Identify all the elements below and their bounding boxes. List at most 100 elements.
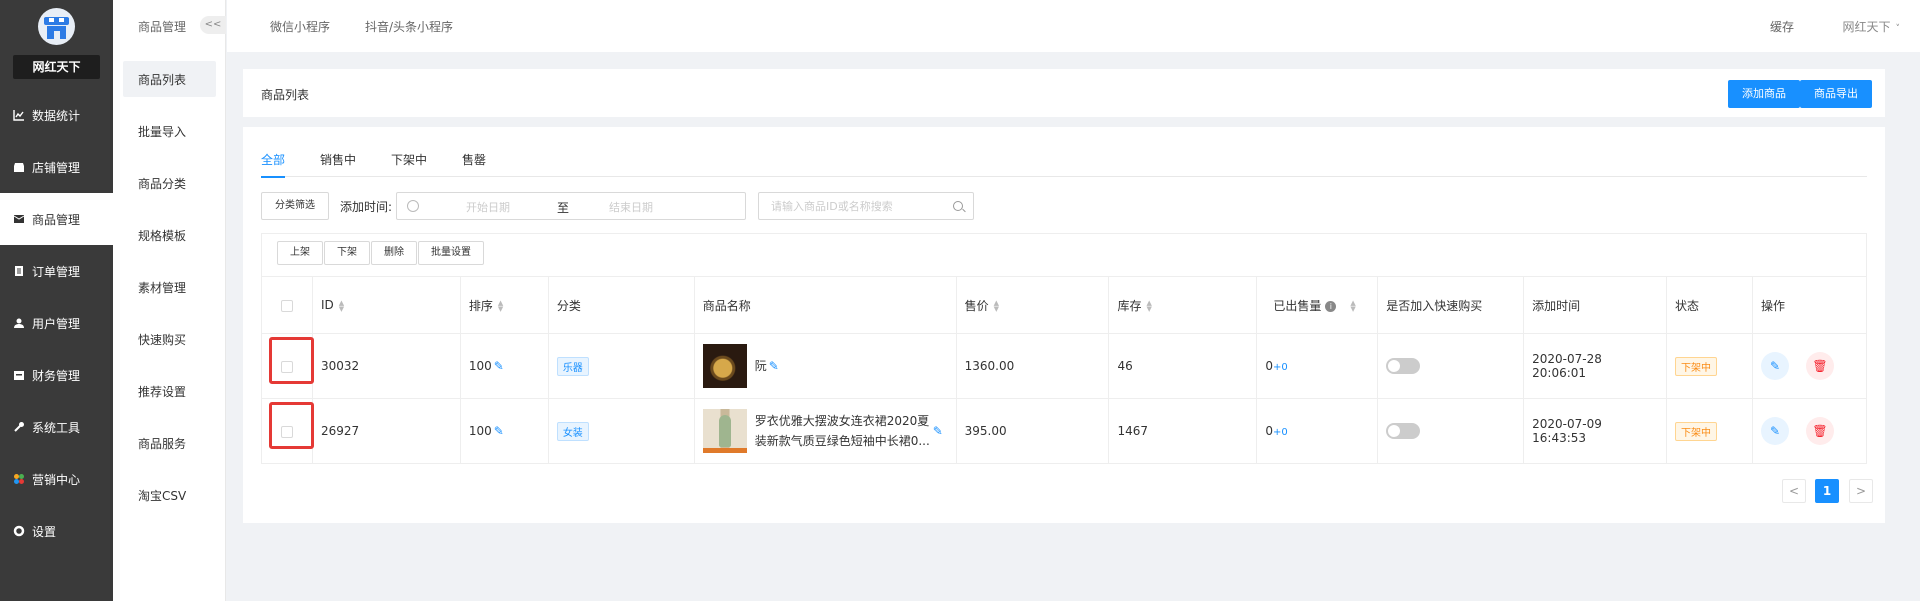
cell-category: 女装 bbox=[547, 398, 695, 464]
top-tab-wechat[interactable]: 微信小程序 bbox=[270, 18, 330, 35]
edit-button[interactable]: ✎ bbox=[1760, 417, 1789, 445]
tab-sold-out[interactable]: 售罄 bbox=[462, 151, 486, 176]
sort-icon: ▲ ▼ bbox=[993, 299, 999, 313]
user-menu[interactable]: 网红天下 ˅ bbox=[1842, 18, 1900, 35]
sub-sidebar-title: 商品管理 bbox=[138, 20, 187, 34]
header-sold[interactable]: 已出售量 i ▲ ▼ bbox=[1256, 276, 1379, 334]
delete-row-button[interactable]: 🗑 bbox=[1805, 352, 1834, 380]
date-range-picker[interactable]: 开始日期 至 结束日期 bbox=[396, 192, 746, 220]
batch-settings-button[interactable]: 批量设置 bbox=[418, 241, 484, 265]
sub-item-spec-template[interactable]: 规格模板 bbox=[113, 209, 226, 261]
cell-price: 1360.00 bbox=[955, 333, 1110, 399]
trash-icon: 🗑 bbox=[1812, 359, 1828, 373]
trash-icon: 🗑 bbox=[1812, 424, 1828, 438]
goods-icon bbox=[12, 212, 26, 226]
cell-status: 下架中 bbox=[1666, 333, 1753, 399]
nav-item-tools[interactable]: 系统工具 bbox=[0, 401, 113, 453]
nav-item-marketing[interactable]: 营销中心 bbox=[0, 453, 113, 505]
store-logo-icon[interactable] bbox=[38, 8, 75, 45]
collapse-button[interactable]: << bbox=[200, 16, 226, 34]
status-badge: 下架中 bbox=[1675, 356, 1718, 376]
quick-buy-toggle[interactable] bbox=[1386, 358, 1421, 374]
nav-item-settings[interactable]: 设置 bbox=[0, 505, 113, 557]
header-id[interactable]: ID ▲ ▼ bbox=[311, 276, 461, 334]
info-icon[interactable]: i bbox=[1325, 300, 1337, 312]
cell-add-time: 2020-07-09 16:43:53 bbox=[1523, 398, 1668, 464]
delete-button[interactable]: 删除 bbox=[371, 241, 417, 265]
sub-item-goods-list[interactable]: 商品列表 bbox=[123, 61, 216, 97]
sort-icon: ▲ ▼ bbox=[338, 298, 345, 313]
sort-icon: ▲ ▼ bbox=[1146, 299, 1152, 313]
cell-actions: ✎ 🗑 bbox=[1751, 333, 1868, 399]
prev-page-button[interactable]: < bbox=[1782, 479, 1806, 503]
product-thumbnail[interactable] bbox=[702, 344, 747, 388]
cell-category: 乐器 bbox=[547, 333, 695, 399]
sub-item-material[interactable]: 素材管理 bbox=[113, 261, 226, 313]
filter-row: 分类筛选 添加时间: 开始日期 至 结束日期 bbox=[261, 192, 1261, 220]
sub-item-quick-buy[interactable]: 快速购买 bbox=[113, 313, 226, 365]
header-stock[interactable]: 库存 ▲ ▼ bbox=[1108, 276, 1258, 334]
tab-all[interactable]: 全部 bbox=[261, 151, 286, 178]
off-shelf-button[interactable]: 下架 bbox=[324, 241, 370, 265]
header-sort[interactable]: 排序 ▲ ▼ bbox=[459, 276, 549, 334]
user-icon bbox=[12, 316, 26, 330]
cell-name: 罗衣优雅大摆波女连衣裙2020夏装新款气质豆绿色短袖中长裙0...✎ bbox=[693, 398, 957, 464]
pencil-icon[interactable]: ✎ bbox=[494, 359, 504, 373]
sub-item-goods-service[interactable]: 商品服务 bbox=[113, 417, 226, 469]
tab-on-sale[interactable]: 销售中 bbox=[320, 151, 356, 176]
sub-item-recommend[interactable]: 推荐设置 bbox=[113, 365, 226, 417]
delete-row-button[interactable]: 🗑 bbox=[1805, 417, 1834, 445]
cell-add-time: 2020-07-28 20:06:01 bbox=[1523, 333, 1668, 399]
top-bar: 微信小程序 抖音/头条小程序 缓存 网红天下 ˅ bbox=[227, 0, 1920, 52]
cell-sort[interactable]: 100 ✎ bbox=[459, 398, 549, 464]
sub-nav-list: 商品列表 批量导入 商品分类 规格模板 素材管理 快速购买 推荐设置 商品服务 … bbox=[113, 57, 226, 521]
header-price[interactable]: 售价 ▲ ▼ bbox=[955, 276, 1110, 334]
next-page-button[interactable]: > bbox=[1849, 479, 1873, 503]
nav-item-goods[interactable]: 商品管理 bbox=[0, 193, 113, 245]
cell-id: 26927 bbox=[311, 398, 461, 464]
batch-actions: 上架 下架 删除 批量设置 bbox=[261, 233, 1867, 276]
cell-stock: 46 bbox=[1108, 333, 1258, 399]
header-add-time: 添加时间 bbox=[1523, 276, 1668, 334]
pencil-icon[interactable]: ✎ bbox=[494, 424, 504, 438]
tab-off-shelf[interactable]: 下架中 bbox=[391, 151, 427, 176]
export-goods-button[interactable]: 商品导出 bbox=[1800, 80, 1872, 108]
cell-sold: 0+0 bbox=[1256, 333, 1379, 399]
edit-button[interactable]: ✎ bbox=[1760, 352, 1789, 380]
cell-sort[interactable]: 100 ✎ bbox=[459, 333, 549, 399]
search-input[interactable] bbox=[758, 192, 974, 220]
category-filter-button[interactable]: 分类筛选 bbox=[261, 192, 329, 220]
add-goods-button[interactable]: 添加商品 bbox=[1728, 80, 1800, 108]
status-tabs: 全部 销售中 下架中 售罄 bbox=[261, 151, 1867, 178]
search-icon[interactable] bbox=[953, 201, 963, 211]
sub-item-batch-import[interactable]: 批量导入 bbox=[113, 105, 226, 157]
chart-icon bbox=[12, 108, 26, 122]
sub-item-taobao-csv[interactable]: 淘宝CSV bbox=[113, 469, 226, 521]
pencil-icon[interactable]: ✎ bbox=[933, 424, 943, 438]
nav-item-shop[interactable]: 店铺管理 bbox=[0, 141, 113, 193]
goods-table: ID ▲ ▼ 排序 ▲ ▼ 分类 商品名称 售价 ▲ ▼ 库存 ▲ ▼ 已出售量 i ▲ ▼ 是否加入… bbox=[261, 276, 1868, 464]
quick-buy-toggle[interactable] bbox=[1386, 423, 1421, 439]
status-badge: 下架中 bbox=[1675, 421, 1718, 441]
sub-item-goods-category[interactable]: 商品分类 bbox=[113, 157, 226, 209]
pencil-icon[interactable]: ✎ bbox=[769, 359, 779, 373]
nav-item-finance[interactable]: 财务管理 bbox=[0, 349, 113, 401]
cell-actions: ✎ 🗑 bbox=[1751, 398, 1868, 464]
top-tab-douyin[interactable]: 抖音/头条小程序 bbox=[365, 18, 453, 35]
row-select-cell bbox=[261, 398, 314, 464]
on-shelf-button[interactable]: 上架 bbox=[277, 241, 323, 265]
pencil-icon: ✎ bbox=[1769, 359, 1781, 373]
sort-icon: ▲ ▼ bbox=[497, 299, 504, 313]
page-title-card: 商品列表 添加商品 商品导出 bbox=[243, 69, 1885, 117]
highlight-box bbox=[268, 402, 314, 449]
nav-item-stats[interactable]: 数据统计 bbox=[0, 89, 113, 141]
category-tag: 女装 bbox=[556, 421, 589, 441]
product-thumbnail[interactable] bbox=[702, 409, 747, 453]
nav-item-orders[interactable]: 订单管理 bbox=[0, 245, 113, 297]
cache-button[interactable]: 缓存 bbox=[1770, 18, 1794, 35]
header-category: 分类 bbox=[547, 276, 695, 334]
gear-icon bbox=[12, 524, 26, 538]
page-1-button[interactable]: 1 bbox=[1815, 479, 1839, 503]
nav-item-users[interactable]: 用户管理 bbox=[0, 297, 113, 349]
select-all-checkbox[interactable] bbox=[280, 299, 293, 312]
